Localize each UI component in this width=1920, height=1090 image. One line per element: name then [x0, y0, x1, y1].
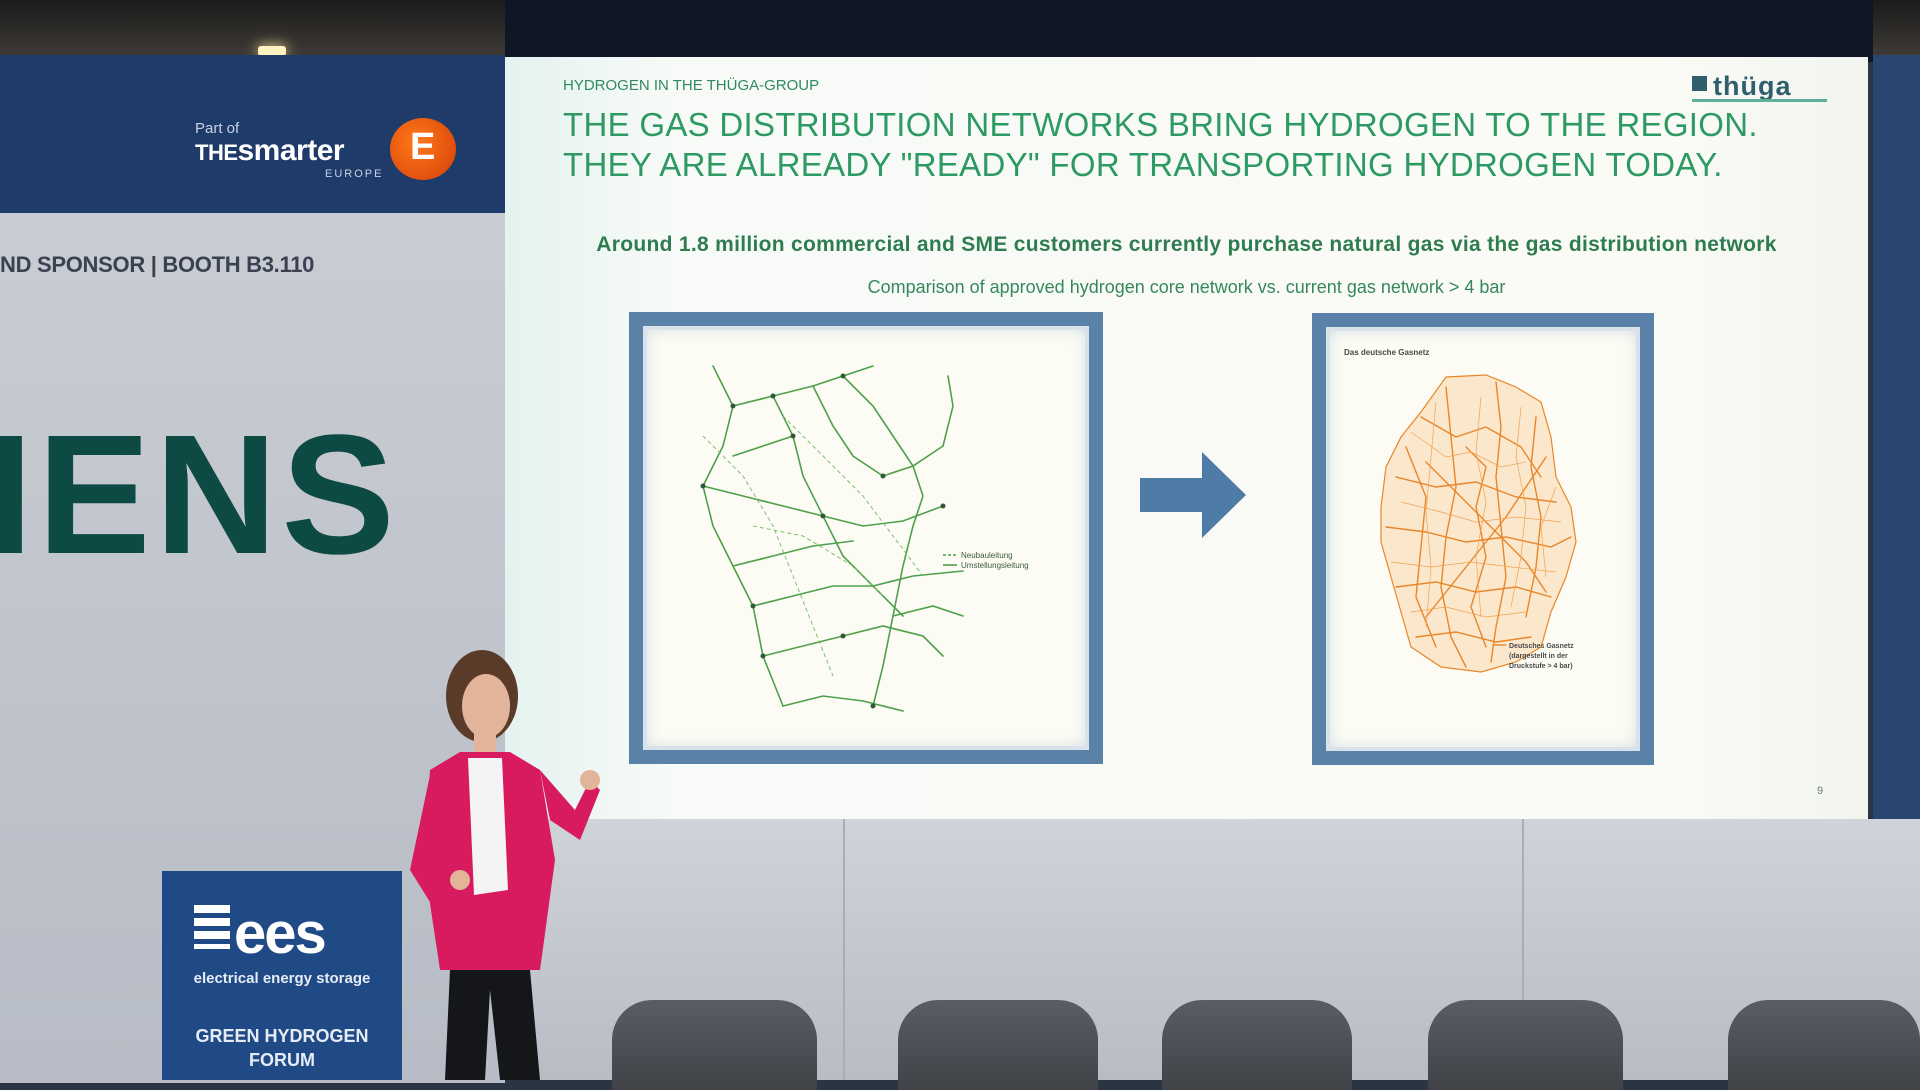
presenter	[410, 650, 600, 1080]
slide-caption: Comparison of approved hydrogen core net…	[867, 277, 1506, 297]
gas-map-canvas: Das deutsche Gasnetz Deutsches Gasnetz (…	[1326, 327, 1640, 751]
ees-forum-title: GREEN HYDROGEN FORUM	[162, 1024, 402, 1072]
hydrogen-map-canvas: Neubauleitung Umstellungsleitung	[643, 326, 1089, 750]
stage-chair	[1162, 1000, 1352, 1090]
wall-panel-divider	[843, 819, 845, 1080]
title-line-2: THEY ARE ALREADY "READY" FOR TRANSPORTIN…	[563, 146, 1723, 183]
screen-right-edge	[1873, 55, 1920, 825]
legend-new-build-label: Neubauleitung	[961, 551, 1013, 560]
sponsor-booth-text: ND SPONSOR | BOOTH B3.110	[0, 252, 315, 277]
forum-line-2: FORUM	[249, 1050, 315, 1070]
thuga-logo-icon	[1692, 76, 1707, 92]
logo-letter: E	[410, 126, 436, 168]
gas-network-lines: Das deutsche Gasnetz Deutsches Gasnetz (…	[1344, 348, 1577, 673]
gas-network-map: Das deutsche Gasnetz Deutsches Gasnetz (…	[1312, 313, 1654, 765]
forum-line-1: GREEN HYDROGEN	[195, 1026, 369, 1046]
gas-legend-line-2: (dargestellt in der	[1509, 653, 1568, 660]
gas-legend-line-3: Druckstufe > 4 bar)	[1509, 663, 1573, 670]
hydrogen-core-network-map: Neubauleitung Umstellungsleitung	[629, 312, 1103, 764]
ees-logo: ees	[194, 905, 327, 963]
gas-legend-line-1: Deutsches Gasnetz	[1509, 643, 1574, 650]
brand-the: THE	[195, 140, 238, 165]
ees-bars-icon	[194, 905, 230, 949]
thuga-logo: thüga	[1692, 71, 1827, 102]
presentation-slide: HYDROGEN IN THE THÜGA-GROUP thüga THE GA…	[505, 57, 1868, 819]
slide-kicker: HYDROGEN IN THE THÜGA-GROUP	[563, 77, 820, 94]
smarter-europe-logo-icon: E	[390, 118, 456, 180]
ees-logo-text: ees	[234, 901, 327, 966]
gas-map-title: Das deutsche Gasnetz	[1344, 348, 1429, 357]
arrow-right-icon	[1140, 452, 1246, 538]
slide-page-number: 9	[1817, 785, 1824, 797]
thuga-logo-text: thüga	[1713, 71, 1792, 101]
brand-europe: EUROPE	[325, 168, 384, 180]
smarter-europe-brand: THEsmarter	[195, 134, 345, 168]
slide-title: THE GAS DISTRIBUTION NETWORKS BRING HYDR…	[563, 105, 1758, 185]
stage-chair	[1428, 1000, 1623, 1090]
thuga-logo-tagline	[1692, 99, 1827, 102]
stage-chair	[1728, 1000, 1920, 1090]
hydrogen-network-lines: Neubauleitung Umstellungsleitung	[700, 365, 1029, 712]
ees-forum-sign: ees electrical energy storage GREEN HYDR…	[162, 871, 402, 1080]
stage-chair	[898, 1000, 1098, 1090]
stage-chair	[612, 1000, 817, 1090]
brand-smarter: smarter	[237, 134, 345, 167]
title-line-1: THE GAS DISTRIBUTION NETWORKS BRING HYDR…	[563, 106, 1758, 143]
projection-screen-frame	[505, 0, 1873, 62]
ees-subtitle: electrical energy storage	[193, 970, 371, 987]
slide-subtitle: Around 1.8 million commercial and SME cu…	[596, 233, 1777, 256]
siemens-logo-fragment: IENS	[0, 400, 399, 590]
legend-conversion-label: Umstellungsleitung	[961, 561, 1029, 570]
